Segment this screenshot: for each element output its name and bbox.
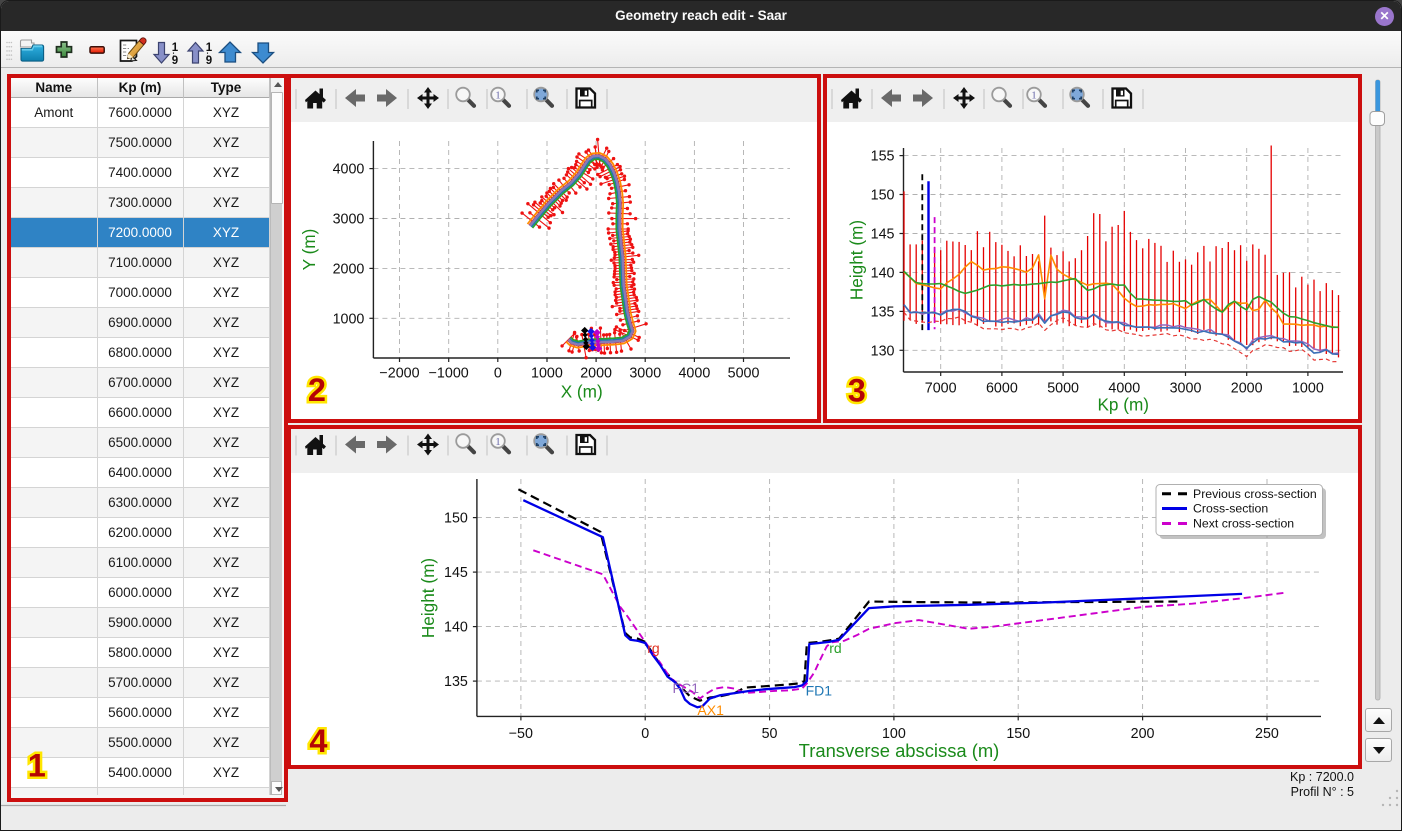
svg-text:9: 9 bbox=[172, 55, 178, 67]
svg-text:1: 1 bbox=[172, 42, 179, 54]
svg-text:1: 1 bbox=[206, 42, 213, 54]
svg-text:9: 9 bbox=[206, 55, 212, 67]
